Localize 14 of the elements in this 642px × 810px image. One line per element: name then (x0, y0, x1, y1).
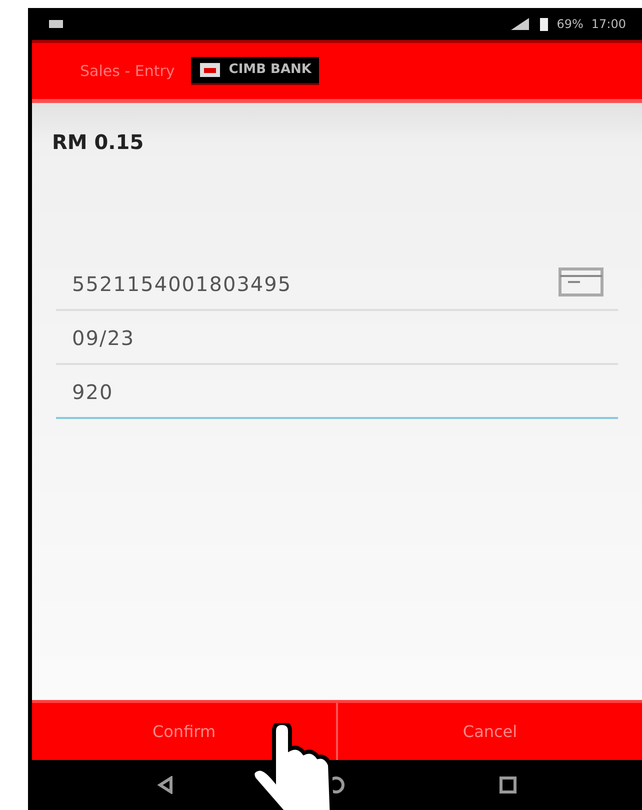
input-field[interactable]: 920 (56, 365, 618, 419)
screen-title: Sales - Entry (80, 60, 175, 82)
back-icon[interactable] (157, 776, 173, 794)
amount-label: RM 0.15 (52, 129, 145, 156)
recents-icon[interactable] (499, 776, 517, 794)
card-icon[interactable] (558, 267, 604, 297)
input-field[interactable]: 09/23 (56, 311, 618, 365)
input-field[interactable]: 5521154001803495 (56, 257, 618, 311)
battery-percentage: 69% (556, 16, 584, 33)
signal-icon (508, 17, 531, 31)
battery-icon (538, 17, 549, 31)
clock-time: 17:00 (591, 16, 626, 33)
notification-icon (48, 19, 64, 29)
bank-logo: CIMB BANK (190, 57, 320, 85)
